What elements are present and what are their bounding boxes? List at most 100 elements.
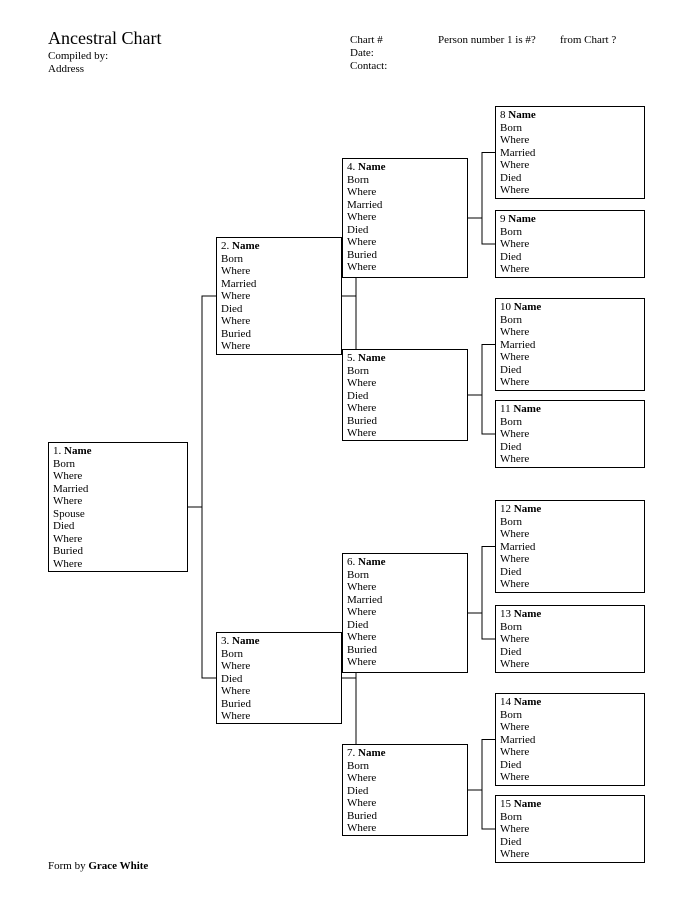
person-is-label: Person number 1 is #? xyxy=(438,34,536,46)
box-field: Born xyxy=(221,648,337,661)
box-field: Where xyxy=(500,159,640,172)
box-field: Died xyxy=(500,646,640,659)
box-field: Where xyxy=(500,134,640,147)
box-field: Buried xyxy=(221,328,337,341)
box-number: 5. xyxy=(347,352,358,364)
box-number: 6. xyxy=(347,556,358,568)
box-number: 1. xyxy=(53,445,64,457)
box-name: Name xyxy=(358,556,386,568)
box-field: Where xyxy=(347,236,463,249)
ancestor-box-2: 2. NameBornWhereMarriedWhereDiedWhereBur… xyxy=(216,237,342,355)
box-number: 9 xyxy=(500,213,508,225)
box-field: Where xyxy=(221,340,337,353)
box-header: 3. Name xyxy=(221,635,337,648)
box-field: Born xyxy=(500,709,640,722)
box-number: 3. xyxy=(221,635,232,647)
box-field: Where xyxy=(347,772,463,785)
ancestor-box-3: 3. NameBornWhereDiedWhereBuriedWhere xyxy=(216,632,342,724)
box-number: 7. xyxy=(347,747,358,759)
box-header: 10 Name xyxy=(500,301,640,314)
box-field: Where xyxy=(500,326,640,339)
box-number: 8 xyxy=(500,109,508,121)
box-name: Name xyxy=(514,301,542,313)
box-field: Where xyxy=(500,428,640,441)
box-header: 7. Name xyxy=(347,747,463,760)
box-field: Where xyxy=(500,238,640,251)
box-field: Died xyxy=(500,566,640,579)
box-field: Where xyxy=(500,184,640,197)
box-field: Died xyxy=(347,619,463,632)
box-number: 14 xyxy=(500,696,514,708)
box-name: Name xyxy=(514,798,542,810)
box-header: 8 Name xyxy=(500,109,640,122)
box-field: Married xyxy=(221,278,337,291)
box-field: Where xyxy=(221,660,337,673)
box-field: Married xyxy=(347,199,463,212)
box-field: Born xyxy=(347,174,463,187)
box-header: 4. Name xyxy=(347,161,463,174)
ancestor-box-13: 13 NameBornWhereDiedWhere xyxy=(495,605,645,673)
compiled-by-label: Compiled by: xyxy=(48,50,108,63)
box-field: Died xyxy=(347,390,463,403)
box-header: 14 Name xyxy=(500,696,640,709)
box-field: Where xyxy=(221,685,337,698)
box-field: Where xyxy=(347,797,463,810)
box-field: Born xyxy=(500,226,640,239)
box-field: Where xyxy=(347,606,463,619)
box-name: Name xyxy=(514,503,542,515)
ancestor-box-7: 7. NameBornWhereDiedWhereBuriedWhere xyxy=(342,744,468,836)
ancestor-box-14: 14 NameBornWhereMarriedWhereDiedWhere xyxy=(495,693,645,786)
box-field: Where xyxy=(500,848,640,861)
box-field: Where xyxy=(500,658,640,671)
box-field: Where xyxy=(347,822,463,835)
ancestor-box-4: 4. NameBornWhereMarriedWhereDiedWhereBur… xyxy=(342,158,468,278)
ancestor-box-8: 8 NameBornWhereMarriedWhereDiedWhere xyxy=(495,106,645,199)
box-header: 6. Name xyxy=(347,556,463,569)
box-field: Where xyxy=(221,315,337,328)
box-field: Where xyxy=(347,186,463,199)
box-number: 10 xyxy=(500,301,514,313)
box-field: Died xyxy=(500,364,640,377)
box-field: Born xyxy=(500,416,640,429)
box-field: Where xyxy=(500,771,640,784)
box-field: Married xyxy=(500,734,640,747)
box-name: Name xyxy=(232,240,260,252)
box-field: Buried xyxy=(347,249,463,262)
box-field: Born xyxy=(347,365,463,378)
box-name: Name xyxy=(508,109,536,121)
box-field: Where xyxy=(347,261,463,274)
box-header: 12 Name xyxy=(500,503,640,516)
box-field: Where xyxy=(500,453,640,466)
box-name: Name xyxy=(514,696,542,708)
box-field: Where xyxy=(53,533,183,546)
box-field: Spouse xyxy=(53,508,183,521)
box-field: Born xyxy=(53,458,183,471)
box-field: Died xyxy=(500,172,640,185)
box-header: 9 Name xyxy=(500,213,640,226)
box-field: Where xyxy=(347,402,463,415)
box-field: Buried xyxy=(347,810,463,823)
box-name: Name xyxy=(358,352,386,364)
box-field: Born xyxy=(500,621,640,634)
box-field: Where xyxy=(500,578,640,591)
box-number: 12 xyxy=(500,503,514,515)
ancestor-box-9: 9 NameBornWhereDiedWhere xyxy=(495,210,645,278)
box-name: Name xyxy=(358,747,386,759)
box-field: Died xyxy=(500,759,640,772)
box-field: Where xyxy=(500,528,640,541)
box-field: Where xyxy=(221,265,337,278)
box-field: Died xyxy=(347,785,463,798)
box-field: Born xyxy=(500,516,640,529)
box-field: Born xyxy=(347,569,463,582)
box-header: 2. Name xyxy=(221,240,337,253)
meta-mid: Chart # Date: Contact: xyxy=(350,34,387,73)
box-header: 1. Name xyxy=(53,445,183,458)
box-field: Married xyxy=(53,483,183,496)
box-name: Name xyxy=(232,635,260,647)
from-chart-label: from Chart ? xyxy=(560,34,616,46)
box-field: Where xyxy=(500,823,640,836)
footer-prefix: Form by xyxy=(48,860,88,872)
box-field: Married xyxy=(500,339,640,352)
box-field: Born xyxy=(221,253,337,266)
page-title: Ancestral Chart xyxy=(48,28,161,49)
